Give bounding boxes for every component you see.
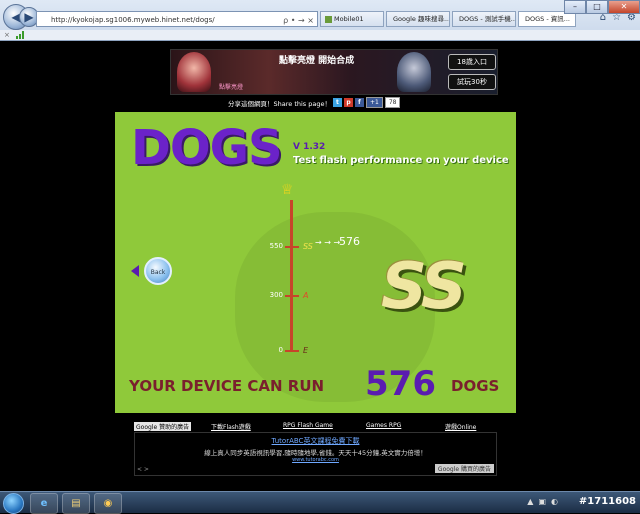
plurk-icon[interactable]: p xyxy=(343,98,353,107)
signal-icon xyxy=(16,31,26,39)
flash-app[interactable]: DOGS V 1.32 Test flash performance on yo… xyxy=(115,112,516,413)
crown-icon: ♕ xyxy=(281,182,294,198)
media-taskbar-icon[interactable]: ◉ xyxy=(94,493,122,514)
watermark-id: #1711608 xyxy=(578,496,636,507)
ie-taskbar-icon[interactable]: e xyxy=(30,493,58,514)
gauge-grade: E xyxy=(303,346,309,355)
ad-description: 線上真人同步英語視訊學習,隨時隨地學,省錢。天天十45分鐘,英文實力倍增！ xyxy=(204,449,427,457)
gauge-tick xyxy=(285,350,299,352)
gauge-bar xyxy=(290,200,293,352)
gauge-grade: SS xyxy=(303,242,313,251)
ad-banner[interactable]: 點擊亮燈 開始合成 點擊亮燈 18歲入口 試玩30秒 xyxy=(170,49,498,95)
result-suffix: DOGS xyxy=(451,377,500,395)
gauge-tick-label: 0 xyxy=(278,346,283,354)
ad-link[interactable]: 遊戲Online xyxy=(445,422,476,431)
browser-chrome: ◀ ▶ http://kyokojap.sg1006.myweb.hinet.n… xyxy=(0,0,640,41)
ad-url[interactable]: www.tutorabc.com xyxy=(135,457,496,463)
facebook-icon[interactable]: f xyxy=(354,98,364,107)
gauge-marker-arrows: → → → xyxy=(315,238,341,247)
ad-link[interactable]: Google 贊助的廣告 xyxy=(134,422,192,431)
gauge-tick-label: 300 xyxy=(269,291,283,299)
explorer-taskbar-icon[interactable]: ▤ xyxy=(62,493,90,514)
tab-favicon-icon xyxy=(325,15,332,23)
banner-character-right xyxy=(397,52,431,92)
share-label: 分享這個網頁！Share this page！ xyxy=(228,99,331,108)
ad-title[interactable]: TutorABC英文課程免費下載 xyxy=(135,436,496,446)
window-caption-buttons: – □ ✕ xyxy=(564,0,640,14)
share-count: 78 xyxy=(384,97,401,108)
favbar-close-icon[interactable]: × xyxy=(4,31,10,39)
ad-nav-arrows[interactable]: < > xyxy=(137,466,149,473)
tab-dogs-test[interactable]: DOGS - 測試手機... xyxy=(452,11,516,27)
ad-links: Google 贊助的廣告 下載Flash遊戲 RPG Flash Game Ga… xyxy=(134,422,497,432)
gauge-tick-label: 550 xyxy=(269,242,283,250)
taskbar: e ▤ ◉ ▲ ▣ ◐ #1711608 xyxy=(0,491,640,514)
banner-subtext: 點擊亮燈 xyxy=(219,84,244,91)
banner-adult-button[interactable]: 18歲入口 xyxy=(448,54,496,70)
gauge-tick xyxy=(285,246,299,248)
banner-character-left xyxy=(177,52,211,92)
back-triangle-icon[interactable] xyxy=(131,265,139,277)
tray-network-icon[interactable]: ▣ xyxy=(538,497,546,506)
tray-arrow-icon[interactable]: ▲ xyxy=(527,497,533,506)
back-button[interactable]: Back xyxy=(144,257,172,285)
system-tray: ▲ ▣ ◐ xyxy=(527,497,558,506)
start-button[interactable] xyxy=(3,493,24,514)
tray-volume-icon[interactable]: ◐ xyxy=(551,497,558,506)
tab-google[interactable]: Google 趣味搜尋... xyxy=(386,11,450,27)
address-tools[interactable]: ρ • → × xyxy=(283,13,314,26)
gauge-tick xyxy=(285,295,299,297)
result-prefix: YOUR DEVICE CAN RUN xyxy=(129,377,325,395)
maximize-button[interactable]: □ xyxy=(586,0,608,14)
ad-box[interactable]: TutorABC英文課程免費下載 線上真人同步英語視訊學習,隨時隨地學,省錢。天… xyxy=(134,432,497,476)
close-window-button[interactable]: ✕ xyxy=(608,0,640,14)
ad-brand[interactable]: Google 購買的廣告 xyxy=(434,464,494,473)
minimize-button[interactable]: – xyxy=(564,0,586,14)
result-line: YOUR DEVICE CAN RUN 576 DOGS xyxy=(129,364,509,404)
gauge-current-value: 576 xyxy=(339,235,360,248)
twitter-icon[interactable]: t xyxy=(332,98,342,107)
address-text: http://kyokojap.sg1006.myweb.hinet.net/d… xyxy=(51,16,215,24)
tab-strip: Mobile01 Google 趣味搜尋... DOGS - 測試手機... D… xyxy=(320,11,578,27)
address-bar[interactable]: http://kyokojap.sg1006.myweb.hinet.net/d… xyxy=(36,11,318,27)
ad-link[interactable]: RPG Flash Game xyxy=(283,422,333,429)
google-ads: Google 贊助的廣告 下載Flash遊戲 RPG Flash Game Ga… xyxy=(134,422,497,478)
ad-link[interactable]: 下載Flash遊戲 xyxy=(211,422,251,431)
share-bar: 分享這個網頁！Share this page！ t p f +1 78 xyxy=(228,97,401,108)
banner-trial-button[interactable]: 試玩30秒 xyxy=(448,74,496,90)
app-tagline: Test flash performance on your device xyxy=(293,155,509,166)
banner-headline: 點擊亮燈 開始合成 xyxy=(279,56,355,66)
app-version: V 1.32 xyxy=(293,142,326,152)
result-number: 576 xyxy=(365,364,436,404)
tab-mobile01[interactable]: Mobile01 xyxy=(320,11,384,27)
gauge-grade: A xyxy=(303,291,309,300)
favorites-bar: × xyxy=(0,30,640,40)
ad-link[interactable]: Games RPG xyxy=(366,422,401,429)
app-title: DOGS xyxy=(131,120,283,176)
rank-grade: SS xyxy=(381,250,467,324)
like-count[interactable]: +1 xyxy=(365,97,383,108)
page-content: 點擊亮燈 開始合成 點擊亮燈 18歲入口 試玩30秒 分享這個網頁！Share … xyxy=(0,41,640,491)
